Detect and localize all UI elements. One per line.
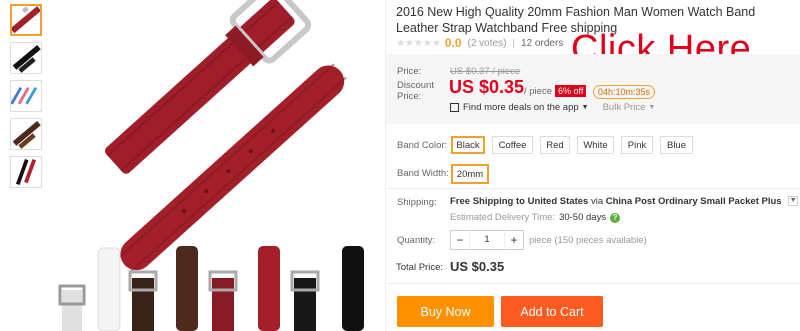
app-deals-link[interactable]: Find more deals on the app xyxy=(463,102,579,113)
shipping-method: China Post Ordinary Small Packet Plus xyxy=(605,196,782,207)
discount-price: US $0.35 xyxy=(449,77,525,97)
shipping-label: Shipping: xyxy=(397,197,437,208)
thumbnail-strip xyxy=(10,4,44,194)
strap-upper xyxy=(105,0,312,174)
thumbnail-4[interactable] xyxy=(10,118,42,150)
star-rating-icon: ★★★★★ xyxy=(396,37,441,49)
app-deals-row: Find more deals on the app ▼ Bulk Price … xyxy=(450,102,655,113)
color-option-red[interactable]: Red xyxy=(540,136,570,154)
estimated-delivery: Estimated Delivery Time: 30-50 days ? xyxy=(450,212,621,223)
discount-price-label: Discount Price: xyxy=(397,80,434,102)
increment-button[interactable]: + xyxy=(505,233,523,247)
strap-lower xyxy=(117,63,347,273)
color-option-blue[interactable]: Blue xyxy=(660,136,693,154)
color-option-black[interactable]: Black xyxy=(451,136,485,154)
rating-row: ★★★★★ 0.0 (2 votes) | 12 orders xyxy=(396,36,563,50)
price-label: Price: xyxy=(397,66,422,77)
free-shipping-text: Free Shipping to xyxy=(450,196,525,207)
bulk-price-dropdown[interactable]: Bulk Price xyxy=(603,102,646,113)
color-option-white[interactable]: White xyxy=(577,136,614,154)
thumbnail-3[interactable] xyxy=(10,80,42,112)
original-price: US $0.37 / piece xyxy=(450,66,521,77)
discount-badge: 6% off xyxy=(555,85,587,97)
chevron-down-icon: ▼ xyxy=(581,104,589,111)
delivery-days: 30-50 days xyxy=(559,212,607,223)
shipping-destination: United States xyxy=(527,196,589,207)
thumbnail-2[interactable] xyxy=(10,42,42,74)
quantity-label: Quantity: xyxy=(397,235,436,246)
thumbnail-1[interactable] xyxy=(10,4,42,36)
buy-now-button[interactable]: Buy Now xyxy=(397,296,494,327)
shipping-info[interactable]: Free Shipping to United States via China… xyxy=(450,196,799,207)
shipping-via: via xyxy=(590,196,604,207)
total-price-label: Total Price: xyxy=(396,262,443,273)
pieces-available: piece (150 pieces available) xyxy=(529,235,647,246)
chevron-down-icon: ▼ xyxy=(648,104,656,111)
decrement-button[interactable]: − xyxy=(451,233,469,247)
quantity-stepper: − 1 + xyxy=(450,230,524,250)
section-divider xyxy=(386,283,800,284)
estimated-delivery-label: Estimated Delivery Time: xyxy=(450,212,556,223)
help-question-icon[interactable]: ? xyxy=(610,212,621,223)
band-color-label: Band Color: xyxy=(397,140,448,151)
rating-value: 0.0 xyxy=(444,36,462,50)
strap-lineup xyxy=(58,246,364,331)
color-option-coffee[interactable]: Coffee xyxy=(492,136,533,154)
qr-code-icon xyxy=(450,103,459,112)
band-width-label: Band Width: xyxy=(397,168,449,179)
per-piece-unit: / piece xyxy=(524,86,552,97)
orders-count: 12 orders xyxy=(521,37,564,49)
total-price: US $0.35 xyxy=(450,259,505,274)
rating-separator: | xyxy=(512,37,516,49)
section-divider xyxy=(386,188,800,189)
chevron-down-icon[interactable]: ▼ xyxy=(788,196,799,207)
column-divider xyxy=(385,0,386,331)
main-product-image xyxy=(52,0,382,331)
quantity-input[interactable]: 1 xyxy=(469,231,505,249)
width-option-20mm[interactable]: 20mm xyxy=(451,164,489,184)
add-to-cart-button[interactable]: Add to Cart xyxy=(501,296,603,327)
thumbnail-5[interactable] xyxy=(10,156,42,188)
color-option-pink[interactable]: Pink xyxy=(621,136,653,154)
countdown-timer: 04h:10m:35s xyxy=(593,85,656,99)
votes-count[interactable]: (2 votes) xyxy=(468,38,507,49)
